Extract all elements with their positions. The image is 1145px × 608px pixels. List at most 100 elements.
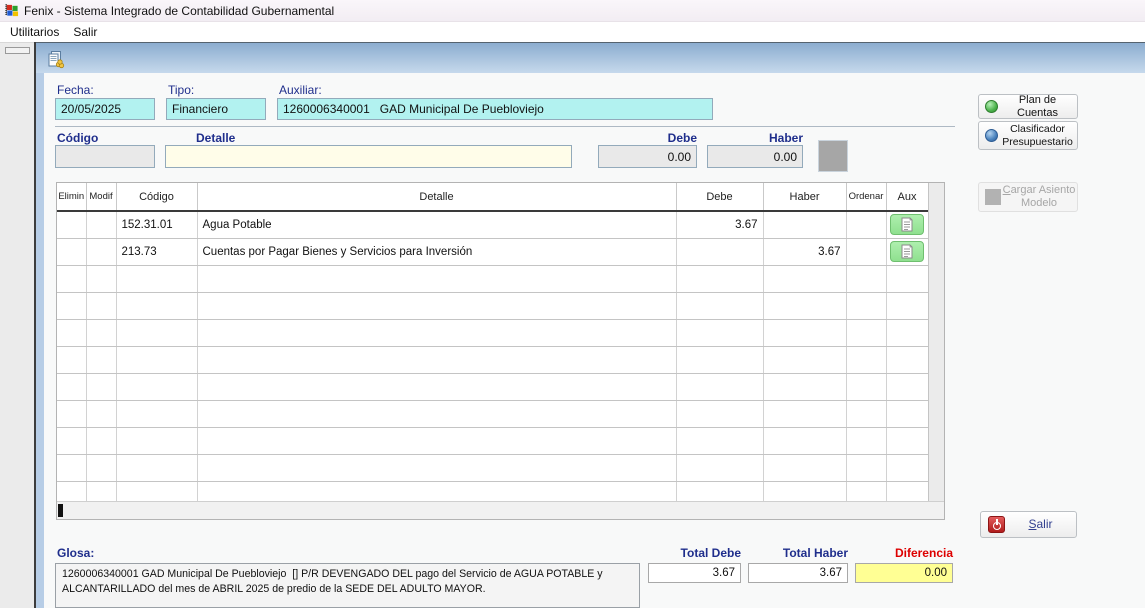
diferencia-field <box>855 563 953 583</box>
plan-de-cuentas-label: Plan de Cuentas <box>998 94 1077 119</box>
cell-debe <box>676 238 763 265</box>
table-row[interactable]: 152.31.01 Agua Potable 3.67 <box>57 211 928 238</box>
add-entry-button[interactable] <box>818 140 848 172</box>
glosa-label: Glosa: <box>57 546 94 560</box>
notepad-icon <box>901 217 913 232</box>
auxiliar-input[interactable] <box>277 98 713 120</box>
notepad-icon <box>901 244 913 259</box>
diferencia-label: Diferencia <box>855 546 953 560</box>
auxiliar-label: Auxiliar: <box>279 83 322 97</box>
total-haber-label: Total Haber <box>748 546 848 560</box>
separator-line <box>55 126 955 127</box>
cell-detalle: Cuentas por Pagar Bienes y Servicios par… <box>197 238 676 265</box>
table-empty-row <box>57 292 928 319</box>
gray-square-icon <box>985 189 1001 205</box>
glosa-textbox[interactable]: 1260006340001 GAD Municipal De Pueblovie… <box>55 563 640 608</box>
vertical-scrollbar[interactable] <box>928 183 944 503</box>
haber-input[interactable] <box>707 145 803 168</box>
col-header-ordenar: Ordenar <box>846 183 886 211</box>
cell-detalle: Agua Potable <box>197 211 676 238</box>
haber-label: Haber <box>707 131 803 145</box>
cargar-asiento-modelo-button[interactable]: Cargar Asiento Modelo <box>978 182 1078 212</box>
blue-sphere-icon <box>985 129 998 142</box>
panel-collapse-handle[interactable] <box>5 47 30 54</box>
table-empty-row <box>57 265 928 292</box>
clasificador-line1: Clasificador <box>1010 123 1065 135</box>
window-title: Fenix - Sistema Integrado de Contabilida… <box>24 4 334 18</box>
application-window: Fenix - Sistema Integrado de Contabilida… <box>0 0 1145 608</box>
table-header-row: Elimin Modif Código Detalle Debe Haber O… <box>57 183 928 211</box>
cell-codigo: 152.31.01 <box>116 211 197 238</box>
salir-button[interactable]: Salir <box>980 511 1077 538</box>
total-haber-field <box>748 563 848 583</box>
col-header-debe: Debe <box>676 183 763 211</box>
menu-salir[interactable]: Salir <box>66 23 104 41</box>
tipo-label: Tipo: <box>168 83 194 97</box>
menu-bar: Utilitarios Salir <box>0 22 1145 42</box>
cell-ordenar[interactable] <box>846 238 886 265</box>
debe-input[interactable] <box>598 145 697 168</box>
cell-ordenar[interactable] <box>846 211 886 238</box>
col-header-modif: Modif <box>86 183 116 211</box>
total-debe-label: Total Debe <box>648 546 741 560</box>
tipo-input[interactable] <box>166 98 266 120</box>
document-copy-icon <box>46 50 65 69</box>
fecha-label: Fecha: <box>57 83 94 97</box>
cell-debe: 3.67 <box>676 211 763 238</box>
cell-modif[interactable] <box>86 211 116 238</box>
col-header-aux: Aux <box>886 183 928 211</box>
table-empty-row <box>57 373 928 400</box>
table-empty-row <box>57 454 928 481</box>
menu-utilitarios[interactable]: Utilitarios <box>3 23 66 41</box>
aux-detail-button[interactable] <box>890 214 924 235</box>
cargar-mnemonic: C <box>1003 184 1011 196</box>
table-empty-row <box>57 319 928 346</box>
app-icon <box>4 3 19 18</box>
col-header-elimin: Elimin <box>57 183 86 211</box>
form-area: Fecha: Tipo: Auxiliar: Código Detalle De… <box>36 42 1145 608</box>
power-icon <box>988 516 1005 533</box>
codigo-input[interactable] <box>55 145 155 168</box>
entries-grid: Elimin Modif Código Detalle Debe Haber O… <box>56 182 945 520</box>
cargar-line2: Modelo <box>1021 197 1057 209</box>
cell-elimin[interactable] <box>57 238 86 265</box>
col-header-codigo: Código <box>116 183 197 211</box>
cell-haber: 3.67 <box>763 238 846 265</box>
new-document-button[interactable] <box>43 47 67 71</box>
fecha-input[interactable] <box>55 98 155 120</box>
aux-detail-button[interactable] <box>890 241 924 262</box>
horizontal-scrollbar[interactable] <box>57 501 944 519</box>
table-empty-row <box>57 427 928 454</box>
codigo-label: Código <box>57 131 98 145</box>
cell-haber <box>763 211 846 238</box>
entries-table: Elimin Modif Código Detalle Debe Haber O… <box>57 183 929 520</box>
left-collapsed-panel <box>0 42 34 608</box>
col-header-haber: Haber <box>763 183 846 211</box>
main-panel: Fecha: Tipo: Auxiliar: Código Detalle De… <box>44 73 1145 608</box>
table-row[interactable]: 213.73 Cuentas por Pagar Bienes y Servic… <box>57 238 928 265</box>
table-body: 152.31.01 Agua Potable 3.67 <box>57 211 928 520</box>
debe-label: Debe <box>598 131 697 145</box>
horizontal-scrollbar-thumb[interactable] <box>58 504 63 517</box>
cargar-asiento-label: Cargar Asiento Modelo <box>1001 184 1077 209</box>
table-empty-row <box>57 400 928 427</box>
clasificador-line2: Presupuestario <box>1002 136 1073 148</box>
cell-codigo: 213.73 <box>116 238 197 265</box>
cell-aux <box>886 238 928 265</box>
clasificador-presupuestario-button[interactable]: Clasificador Presupuestario <box>978 121 1078 150</box>
salir-mnemonic: S <box>1028 517 1036 531</box>
detalle-input[interactable] <box>165 145 572 168</box>
salir-label: Salir <box>1005 518 1076 532</box>
table-empty-row <box>57 346 928 373</box>
green-sphere-icon <box>985 100 998 113</box>
cargar-rest: argar Asiento <box>1011 184 1076 196</box>
plan-de-cuentas-button[interactable]: Plan de Cuentas <box>978 94 1078 119</box>
toolbar <box>36 42 1145 73</box>
salir-rest: alir <box>1037 517 1053 531</box>
cell-aux <box>886 211 928 238</box>
cell-elimin[interactable] <box>57 211 86 238</box>
col-header-detalle: Detalle <box>197 183 676 211</box>
cell-modif[interactable] <box>86 238 116 265</box>
detalle-label: Detalle <box>196 131 235 145</box>
clasificador-label: Clasificador Presupuestario <box>998 123 1077 147</box>
